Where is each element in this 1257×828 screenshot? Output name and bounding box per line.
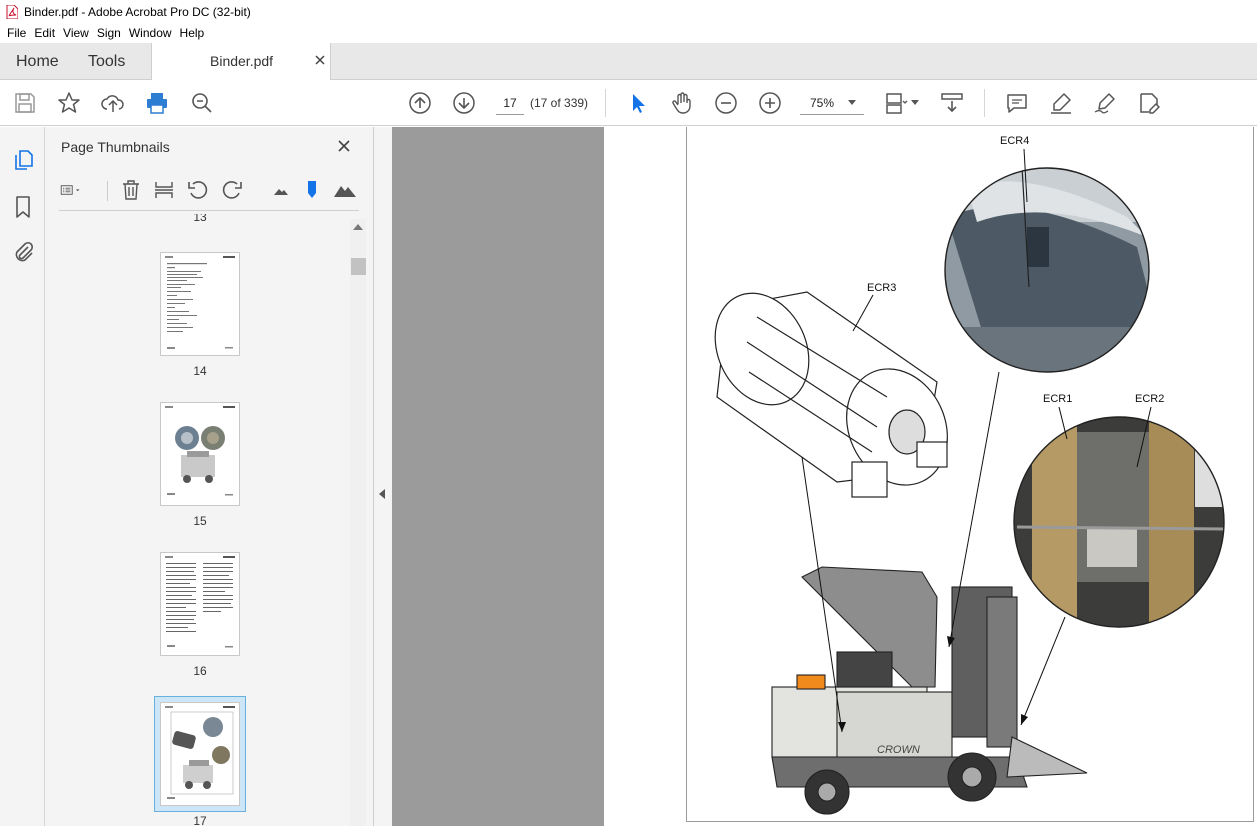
menu-view[interactable]: View — [59, 26, 93, 40]
close-tab-icon[interactable] — [313, 53, 327, 67]
thumbnail-label-15: 15 — [193, 514, 207, 528]
fill-sign-icon[interactable] — [1137, 91, 1161, 115]
toolbar-separator — [605, 89, 606, 117]
menu-edit[interactable]: Edit — [30, 26, 59, 40]
chevron-down-icon — [848, 100, 856, 105]
scroll-up-arrow-icon[interactable] — [353, 224, 363, 230]
hand-icon[interactable] — [670, 91, 694, 115]
document-gray-area — [392, 127, 604, 826]
fit-dropdown-caret-icon[interactable] — [911, 100, 919, 105]
insert-icon[interactable] — [153, 179, 175, 201]
document-tab-label: Binder.pdf — [210, 53, 274, 69]
large-mountain-icon[interactable] — [334, 179, 356, 201]
toolbar-separator — [984, 89, 985, 117]
callout-ecr2: ECR2 — [1135, 393, 1165, 405]
panel-collapse-handle[interactable] — [374, 127, 392, 826]
menu-file[interactable]: File — [3, 26, 30, 40]
rotate-right-icon[interactable] — [221, 179, 243, 201]
thumbnail-label-13: 13 — [193, 214, 207, 224]
zoom-dropdown[interactable]: 75% — [800, 91, 864, 115]
slider-marker-icon[interactable] — [301, 179, 323, 201]
tab-bar: Home Tools Binder.pdf — [0, 43, 1257, 81]
callout-ecr1: ECR1 — [1043, 393, 1073, 405]
thumbnail-page-16[interactable] — [160, 552, 240, 656]
comment-icon[interactable] — [1005, 91, 1029, 115]
panel-divider — [59, 210, 359, 211]
main-toolbar — [0, 80, 1257, 126]
menu-window[interactable]: Window — [125, 26, 176, 40]
zoom-in-icon[interactable] — [758, 91, 782, 115]
delete-icon[interactable] — [120, 179, 142, 201]
page-thumbnails-icon[interactable] — [11, 148, 35, 172]
scroll-mode-icon[interactable] — [940, 91, 964, 115]
collapse-arrow-icon — [379, 489, 385, 499]
thumbnail-scrollbar[interactable] — [350, 219, 366, 826]
bookmark-icon[interactable] — [11, 195, 35, 219]
small-mountain-icon[interactable] — [270, 179, 292, 201]
page-number-input[interactable] — [496, 91, 524, 115]
search-zoom-icon[interactable] — [190, 91, 214, 115]
page-count-label: (17 of 339) — [530, 96, 589, 110]
highlight-icon[interactable] — [1049, 91, 1073, 115]
tab-document[interactable]: Binder.pdf — [151, 43, 331, 81]
tab-home[interactable]: Home — [16, 43, 59, 80]
thumbnail-page-14[interactable] — [160, 252, 240, 356]
print-icon[interactable] — [145, 91, 169, 115]
truck-brand-label: CROWN — [877, 744, 920, 756]
next-page-icon[interactable] — [452, 91, 476, 115]
menu-help[interactable]: Help — [176, 26, 209, 40]
save-icon[interactable] — [13, 91, 37, 115]
sign-icon[interactable] — [1093, 91, 1117, 115]
select-cursor-icon[interactable] — [626, 91, 650, 115]
zoom-value: 75% — [810, 96, 835, 110]
options-menu-icon[interactable] — [60, 179, 96, 201]
window-title: Binder.pdf - Adobe Acrobat Pro DC (32-bi… — [24, 4, 251, 19]
previous-page-icon[interactable] — [408, 91, 432, 115]
upload-icon[interactable] — [101, 91, 125, 115]
fit-page-icon[interactable] — [884, 91, 908, 115]
page-illustration: CROWN — [714, 148, 1225, 815]
thumbnail-page-15[interactable] — [160, 402, 240, 506]
thumbnail-label-14: 14 — [193, 364, 207, 378]
callout-ecr3: ECR3 — [867, 282, 897, 294]
pdf-page-17: CROWN ECR4 ECR3 ECR1 ECR2 — [686, 127, 1254, 822]
menu-sign[interactable]: Sign — [93, 26, 125, 40]
callout-ecr4: ECR4 — [1000, 135, 1030, 147]
menu-bar: File Edit View Sign Window Help — [0, 23, 1257, 43]
panel-toolbar-divider — [107, 181, 108, 201]
left-rail — [0, 127, 45, 826]
title-bar: Binder.pdf - Adobe Acrobat Pro DC (32-bi… — [0, 0, 1257, 23]
rotate-left-icon[interactable] — [187, 179, 209, 201]
tab-tools[interactable]: Tools — [88, 43, 125, 80]
attachment-icon[interactable] — [11, 240, 35, 264]
thumbnails-panel: Page Thumbnails 13 14 15 16 17 — [45, 127, 374, 828]
thumbnail-label-16: 16 — [193, 664, 207, 678]
close-panel-icon[interactable] — [337, 139, 351, 153]
thumbnail-scrollbar-thumb[interactable] — [351, 258, 366, 275]
panel-title: Page Thumbnails — [61, 139, 170, 155]
acrobat-logo-icon — [6, 4, 18, 19]
thumbnail-page-17[interactable] — [160, 702, 240, 806]
zoom-out-icon[interactable] — [714, 91, 738, 115]
star-icon[interactable] — [57, 91, 81, 115]
